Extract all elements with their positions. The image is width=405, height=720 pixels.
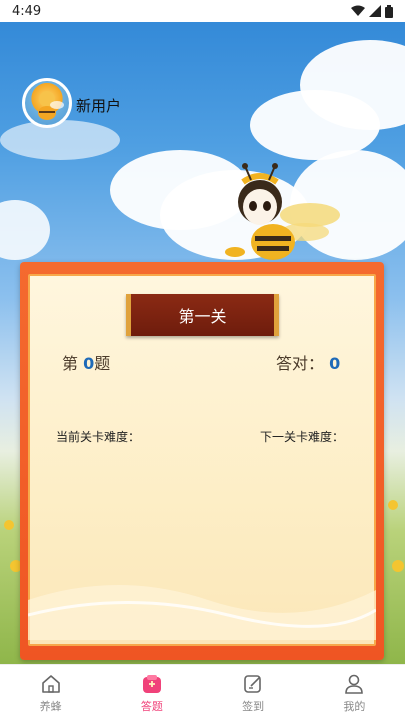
bee-mascot-icon xyxy=(225,163,340,260)
username[interactable]: 新用户 xyxy=(76,95,121,116)
current-difficulty-label: 当前关卡难度： xyxy=(56,430,141,444)
question-counter: 第 0题 xyxy=(62,350,110,374)
question-suffix: 题 xyxy=(94,354,111,373)
battery-icon xyxy=(385,4,393,18)
status-icons xyxy=(351,4,393,18)
correct-counter: 答对： 0 xyxy=(276,350,340,374)
nav-item-quiz[interactable]: 答题 xyxy=(101,665,202,720)
quiz-icon xyxy=(142,674,161,693)
checkin-icon xyxy=(244,674,261,693)
nav-label: 签到 xyxy=(242,699,265,713)
bottom-nav: 养蜂 答题 签到 我的 xyxy=(0,664,405,720)
question-number: 0 xyxy=(83,354,95,373)
level-title: 第一关 xyxy=(126,294,279,336)
question-prefix: 第 xyxy=(62,354,79,373)
nav-label: 我的 xyxy=(343,699,366,713)
nav-item-beekeeping[interactable]: 养蜂 xyxy=(0,665,101,720)
profile-icon xyxy=(345,674,364,694)
correct-count: 0 xyxy=(329,354,341,373)
signal-icon xyxy=(369,5,381,17)
wifi-icon xyxy=(351,5,365,16)
correct-label: 答对： xyxy=(276,354,325,373)
card-wave-decoration xyxy=(28,585,376,640)
avatar[interactable] xyxy=(22,78,72,128)
status-time: 4:49 xyxy=(12,3,42,19)
next-difficulty-label: 下一关卡难度： xyxy=(260,430,345,444)
home-icon xyxy=(41,674,60,693)
nav-label: 答题 xyxy=(140,699,163,713)
nav-item-profile[interactable]: 我的 xyxy=(304,665,405,720)
nav-item-checkin[interactable]: 签到 xyxy=(203,665,304,720)
status-bar: 4:49 xyxy=(0,0,405,22)
bee-avatar-icon xyxy=(38,91,64,120)
nav-label: 养蜂 xyxy=(39,699,62,713)
